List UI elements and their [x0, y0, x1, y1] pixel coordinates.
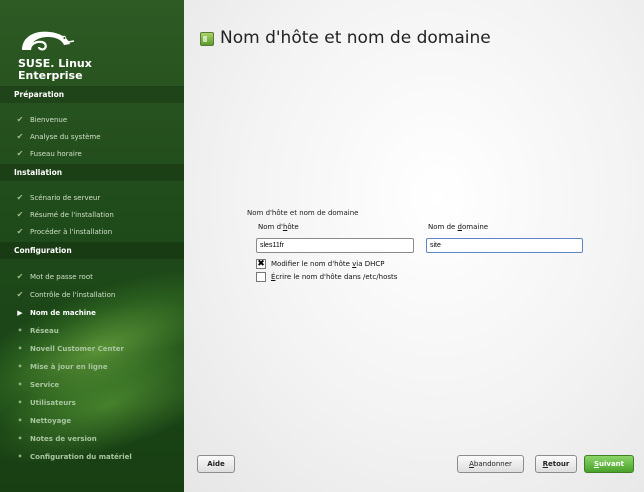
back-button[interactable]: Retour [535, 455, 577, 473]
step-label: Procéder à l'installation [30, 228, 113, 236]
next-button[interactable]: Suivant [584, 455, 634, 473]
brand-line-2: Enterprise [18, 69, 83, 82]
dhcp-checkbox-label[interactable]: Modifier le nom d'hôte via DHCP [271, 260, 385, 268]
section-installation: Installation [0, 164, 184, 181]
step-label: Réseau [30, 327, 59, 335]
dhcp-label-text-2: ia DHCP [356, 260, 385, 268]
check-icon: ✔ [16, 210, 24, 219]
step-notes-de-version: • Notes de version [14, 432, 97, 446]
step-bienvenue: ✔ Bienvenue [14, 113, 67, 127]
step-label: Configuration du matériel [30, 453, 132, 461]
step-label: Nettoyage [30, 417, 72, 425]
back-label: etour [548, 460, 570, 468]
step-label: Contrôle de l'installation [30, 291, 116, 299]
etc-hosts-checkbox[interactable] [256, 272, 266, 282]
step-controle-installation: ✔ Contrôle de l'installation [14, 288, 116, 302]
step-label: Nom de machine [30, 309, 96, 317]
step-service: • Service [14, 378, 59, 392]
step-fuseau-horaire: ✔ Fuseau horaire [14, 147, 82, 161]
step-configuration-du-materiel: • Configuration du matériel [14, 450, 132, 464]
dhcp-checkbox[interactable]: ✖ [256, 259, 266, 269]
section-configuration: Configuration [0, 242, 184, 259]
step-label: Mot de passe root [30, 273, 93, 281]
hostname-input[interactable] [256, 238, 414, 253]
step-novell-customer-center: • Novell Customer Center [14, 342, 124, 356]
help-button[interactable]: Aide [197, 455, 235, 473]
brand-name: SUSE. Linux Enterprise [18, 58, 92, 82]
check-icon: ✔ [16, 272, 24, 281]
hostname-label-text: Nom d' [258, 223, 283, 231]
bullet-icon: • [17, 452, 23, 461]
check-icon: ✔ [16, 115, 24, 124]
bullet-icon: • [17, 344, 23, 353]
section-preparation: Préparation [0, 86, 184, 103]
step-label: Novell Customer Center [30, 345, 125, 353]
hostname-domain-group-label: Nom d'hôte et nom de domaine [247, 209, 359, 217]
step-nettoyage: • Nettoyage [14, 414, 71, 428]
step-label: Service [30, 381, 60, 389]
page-title: Nom d'hôte et nom de domaine [220, 28, 491, 48]
hostname-label: Nom d'hôte [258, 223, 299, 231]
step-label: Bienvenue [30, 116, 68, 124]
domain-label-text: Nom de [428, 223, 458, 231]
etc-hosts-checkbox-label[interactable]: Écrire le nom d'hôte dans /etc/hosts [271, 273, 397, 281]
step-label: Utilisateurs [30, 399, 76, 407]
domain-input[interactable] [426, 238, 583, 253]
sidebar: SUSE. Linux Enterprise Préparation ✔ Bien… [0, 0, 184, 492]
network-card-icon [200, 32, 214, 46]
etc-hosts-label-text-2: crire le nom d'hôte dans /etc/hosts [275, 273, 398, 281]
step-mise-a-jour-en-ligne: • Mise à jour en ligne [14, 360, 108, 374]
step-label: Notes de version [30, 435, 97, 443]
hostname-label-text-2: ôte [287, 223, 299, 231]
abort-label: bandonner [473, 460, 512, 468]
step-label: Analyse du système [30, 133, 101, 141]
domain-label: Nom de domaine [428, 223, 488, 231]
next-label: uivant [599, 460, 625, 468]
step-label: Fuseau horaire [30, 150, 82, 158]
check-icon: ✔ [16, 290, 24, 299]
step-analyse-du-systeme: ✔ Analyse du système [14, 130, 101, 144]
arrow-right-icon: ▶ [17, 309, 23, 317]
step-scenario-de-serveur: ✔ Scénario de serveur [14, 191, 101, 205]
check-icon: ✔ [16, 227, 24, 236]
bullet-icon: • [17, 434, 23, 443]
step-utilisateurs: • Utilisateurs [14, 396, 76, 410]
step-nom-de-machine: ▶ Nom de machine [14, 306, 96, 320]
domain-label-text-2: omaine [462, 223, 489, 231]
step-label: Résumé de l'installation [30, 211, 114, 219]
step-label: Mise à jour en ligne [30, 363, 108, 371]
suse-chameleon-logo-icon [22, 31, 75, 51]
dhcp-label-text: Modifier le nom d'hôte [271, 260, 353, 268]
step-resume-installation: ✔ Résumé de l'installation [14, 208, 114, 222]
step-reseau: • Réseau [14, 324, 59, 338]
bullet-icon: • [17, 416, 23, 425]
bullet-icon: • [17, 326, 23, 335]
step-proceder-installation: ✔ Procéder à l'installation [14, 225, 113, 239]
abort-button[interactable]: Abandonner [457, 455, 524, 473]
bullet-icon: • [17, 362, 23, 371]
check-icon: ✔ [16, 149, 24, 158]
step-label: Scénario de serveur [30, 194, 101, 202]
bullet-icon: • [17, 398, 23, 407]
check-icon: ✔ [16, 193, 24, 202]
check-icon: ✔ [16, 132, 24, 141]
step-mot-de-passe-root: ✔ Mot de passe root [14, 270, 93, 284]
bullet-icon: • [17, 380, 23, 389]
